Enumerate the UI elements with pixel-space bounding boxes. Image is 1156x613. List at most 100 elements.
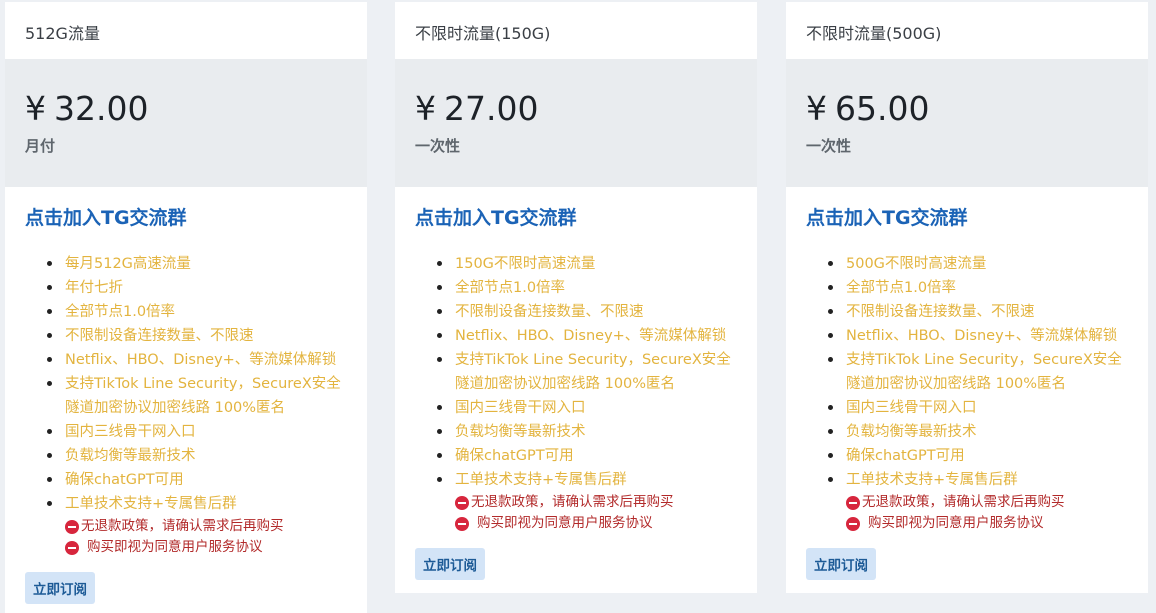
notes: 无退款政策，请确认需求后再购买 购买即视为同意用户服务协议	[846, 492, 1128, 534]
bullet-dot-icon	[437, 333, 442, 338]
feature-text: 负载均衡等最新技术	[455, 424, 586, 440]
subscribe-button[interactable]: 立即订阅	[806, 548, 876, 580]
feature-list: 每月512G高速流量 年付七折 全部节点1.0倍率 不限制设备连接数量、不限速 …	[25, 252, 347, 516]
no-entry-icon	[846, 495, 860, 510]
feature-list: 500G不限时高速流量 全部节点1.0倍率 不限制设备连接数量、不限速 Netf…	[806, 252, 1128, 492]
agreement-note: 购买即视为同意用户服务协议	[65, 537, 347, 558]
feature-item: 全部节点1.0倍率	[437, 276, 737, 300]
feature-item: 500G不限时高速流量	[828, 252, 1128, 276]
agreement-note-text: 购买即视为同意用户服务协议	[868, 515, 1044, 531]
refund-note-text: 无退款政策，请确认需求后再购买	[81, 518, 284, 534]
notes: 无退款政策，请确认需求后再购买 购买即视为同意用户服务协议	[65, 516, 347, 558]
feature-item: 工单技术支持+专属售后群	[47, 492, 347, 516]
feature-item: 全部节点1.0倍率	[47, 300, 347, 324]
feature-item: 国内三线骨干网入口	[437, 396, 737, 420]
bullet-dot-icon	[828, 477, 833, 482]
subscribe-button[interactable]: 立即订阅	[415, 548, 485, 580]
feature-text: 全部节点1.0倍率	[846, 280, 957, 296]
plan-body: 点击加入TG交流群 500G不限时高速流量 全部节点1.0倍率 不限制设备连接数…	[786, 187, 1148, 580]
tg-group-link[interactable]: 点击加入TG交流群	[415, 205, 737, 231]
plan-name: 512G流量	[25, 24, 100, 43]
notes: 无退款政策，请确认需求后再购买 购买即视为同意用户服务协议	[455, 492, 737, 534]
feature-text: 每月512G高速流量	[65, 256, 191, 272]
feature-item: 每月512G高速流量	[47, 252, 347, 276]
price-box: ¥32.00 月付	[5, 59, 367, 187]
bullet-dot-icon	[437, 405, 442, 410]
bullet-dot-icon	[47, 477, 52, 482]
price-value: 32.00	[54, 89, 149, 128]
feature-item: 负载均衡等最新技术	[47, 444, 347, 468]
feature-item: 确保chatGPT可用	[437, 444, 737, 468]
feature-item: 国内三线骨干网入口	[828, 396, 1128, 420]
bullet-dot-icon	[47, 333, 52, 338]
feature-item: 负载均衡等最新技术	[437, 420, 737, 444]
bullet-dot-icon	[828, 285, 833, 290]
feature-text: 500G不限时高速流量	[846, 256, 987, 272]
currency-symbol: ¥	[25, 89, 46, 128]
plan-card: 512G流量 ¥32.00 月付 点击加入TG交流群 每月512G高速流量 年付…	[5, 2, 367, 613]
feature-item: 国内三线骨干网入口	[47, 420, 347, 444]
feature-item: 工单技术支持+专属售后群	[437, 468, 737, 492]
feature-text: 工单技术支持+专属售后群	[455, 472, 627, 488]
bullet-dot-icon	[47, 453, 52, 458]
bullet-dot-icon	[828, 357, 833, 362]
feature-list: 150G不限时高速流量 全部节点1.0倍率 不限制设备连接数量、不限速 Netf…	[415, 252, 737, 492]
feature-text: Netflix、HBO、Disney+、等流媒体解锁	[846, 328, 1118, 344]
feature-text-line: 隧道加密协议加密线路 100%匿名	[65, 400, 286, 416]
bullet-dot-icon	[437, 285, 442, 290]
price-box: ¥27.00 一次性	[395, 59, 757, 187]
feature-item: 不限制设备连接数量、不限速	[47, 324, 347, 348]
plan-card: 不限时流量(500G) ¥65.00 一次性 点击加入TG交流群 500G不限时…	[786, 2, 1148, 593]
feature-item: Netflix、HBO、Disney+、等流媒体解锁	[828, 324, 1128, 348]
feature-item: 150G不限时高速流量	[437, 252, 737, 276]
bullet-dot-icon	[437, 261, 442, 266]
feature-item: Netflix、HBO、Disney+、等流媒体解锁	[437, 324, 737, 348]
no-entry-icon	[65, 540, 79, 555]
feature-text: 国内三线骨干网入口	[846, 400, 977, 416]
refund-note-text: 无退款政策，请确认需求后再购买	[471, 494, 674, 510]
feature-text: 不限制设备连接数量、不限速	[65, 328, 254, 344]
bullet-dot-icon	[828, 405, 833, 410]
feature-text: Netflix、HBO、Disney+、等流媒体解锁	[65, 352, 337, 368]
bullet-dot-icon	[47, 261, 52, 266]
plan-price: ¥32.00	[25, 89, 367, 129]
tg-group-link[interactable]: 点击加入TG交流群	[806, 205, 1128, 231]
agreement-note: 购买即视为同意用户服务协议	[846, 513, 1128, 534]
bullet-dot-icon	[828, 429, 833, 434]
billing-cycle: 月付	[25, 137, 56, 155]
plan-card: 不限时流量(150G) ¥27.00 一次性 点击加入TG交流群 150G不限时…	[395, 2, 757, 593]
feature-text-line: 支持TikTok Line Security，SecureX安全	[65, 376, 341, 392]
feature-text-line: 隧道加密协议加密线路 100%匿名	[455, 376, 676, 392]
feature-text: 150G不限时高速流量	[455, 256, 596, 272]
tg-group-link[interactable]: 点击加入TG交流群	[25, 205, 347, 231]
feature-text: 全部节点1.0倍率	[65, 304, 176, 320]
bullet-dot-icon	[47, 381, 52, 386]
refund-note: 无退款政策，请确认需求后再购买	[846, 492, 1128, 513]
feature-item: Netflix、HBO、Disney+、等流媒体解锁	[47, 348, 347, 372]
feature-item: 支持TikTok Line Security，SecureX安全 隧道加密协议加…	[828, 348, 1128, 396]
feature-text: 不限制设备连接数量、不限速	[846, 304, 1035, 320]
feature-text-line: 隧道加密协议加密线路 100%匿名	[846, 376, 1067, 392]
feature-text: 工单技术支持+专属售后群	[846, 472, 1018, 488]
feature-text: 全部节点1.0倍率	[455, 280, 566, 296]
bullet-dot-icon	[47, 285, 52, 290]
bullet-dot-icon	[437, 453, 442, 458]
refund-note: 无退款政策，请确认需求后再购买	[455, 492, 737, 513]
feature-text: 确保chatGPT可用	[455, 448, 574, 464]
bullet-dot-icon	[828, 453, 833, 458]
feature-text: 确保chatGPT可用	[846, 448, 965, 464]
feature-item: 支持TikTok Line Security，SecureX安全 隧道加密协议加…	[47, 372, 347, 420]
subscribe-button[interactable]: 立即订阅	[25, 572, 95, 604]
feature-text: 不限制设备连接数量、不限速	[455, 304, 644, 320]
feature-item: 确保chatGPT可用	[828, 444, 1128, 468]
bullet-dot-icon	[47, 309, 52, 314]
feature-text: 年付七折	[65, 280, 123, 296]
currency-symbol: ¥	[415, 89, 436, 128]
plan-body: 点击加入TG交流群 150G不限时高速流量 全部节点1.0倍率 不限制设备连接数…	[395, 187, 757, 580]
no-entry-icon	[65, 519, 79, 534]
plan-body: 点击加入TG交流群 每月512G高速流量 年付七折 全部节点1.0倍率 不限制设…	[5, 187, 367, 604]
plan-price: ¥27.00	[415, 89, 757, 129]
currency-symbol: ¥	[806, 89, 827, 128]
bullet-dot-icon	[437, 357, 442, 362]
billing-cycle: 一次性	[806, 137, 852, 155]
